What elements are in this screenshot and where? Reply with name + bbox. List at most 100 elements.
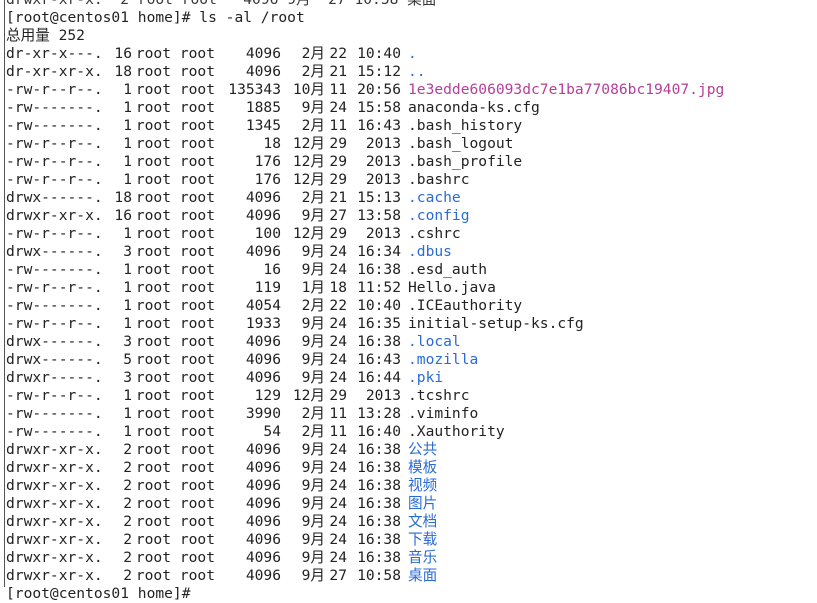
- row-time: 16:38: [357, 441, 401, 458]
- file-name: initial-setup-ks.cfg: [408, 315, 584, 332]
- row-month: 9月: [301, 495, 325, 512]
- row-perm: -rw-------.: [6, 405, 103, 422]
- row-group: root: [179, 99, 215, 116]
- row-day: 18: [329, 279, 347, 296]
- row-day: 29: [329, 225, 347, 242]
- row-owner: root: [135, 405, 171, 422]
- row-time: 13:58: [357, 207, 401, 224]
- row-perm: -rw-------.: [6, 423, 103, 440]
- row-day: 24: [329, 243, 347, 260]
- row-day: 24: [329, 99, 347, 116]
- row-size: 4096: [245, 495, 281, 512]
- row-group: root: [179, 567, 215, 584]
- row-links: 1: [123, 279, 132, 296]
- row-month: 12月: [292, 171, 325, 188]
- row-group: root: [179, 135, 215, 152]
- row-owner: root: [135, 297, 171, 314]
- row-day: 22: [329, 45, 347, 62]
- row-perm: drwxr-xr-x.: [6, 477, 103, 494]
- row-owner: root: [135, 153, 171, 170]
- row-day: 24: [329, 513, 347, 530]
- row-day: 11: [329, 423, 347, 440]
- row-owner: root: [135, 189, 171, 206]
- row-size: 1933: [245, 315, 281, 332]
- row-month: 9月: [301, 207, 325, 224]
- total-line: 总用量 252: [6, 27, 85, 44]
- listing-row: drwxr-xr-x. 16 root root 4096 9月 27 13:58 .confi…: [6, 207, 817, 225]
- row-day: 21: [329, 63, 347, 80]
- row-month: 12月: [292, 153, 325, 170]
- row-perm: drwxr-xr-x.: [6, 207, 103, 224]
- row-perm: -rw-r--r--.: [6, 171, 103, 188]
- row-perm: drwx------.: [6, 243, 103, 260]
- row-links: 2: [123, 477, 132, 494]
- partial-top-line: drwxr-xr-x. 2 root root 4096 9月 27 10:58…: [6, 0, 817, 9]
- row-group: root: [179, 225, 215, 242]
- row-size: 4096: [245, 351, 281, 368]
- file-name: .viminfo: [408, 405, 479, 422]
- row-links: 18: [114, 189, 132, 206]
- row-month: 9月: [301, 549, 325, 566]
- listing-row: -rw-r--r--. 1 root root 1933 9月 24 16:35 initial…: [6, 315, 817, 333]
- row-group: root: [179, 63, 215, 80]
- file-name: .Xauthority: [408, 423, 505, 440]
- row-time: 15:13: [357, 189, 401, 206]
- row-links: 1: [123, 225, 132, 242]
- row-links: 2: [123, 459, 132, 476]
- row-time: 15:12: [357, 63, 401, 80]
- row-time: 16:38: [357, 513, 401, 530]
- row-group: root: [179, 423, 215, 440]
- row-size: 100: [254, 225, 281, 242]
- row-perm: -rw-------.: [6, 99, 103, 116]
- row-group: root: [179, 153, 215, 170]
- row-size: 119: [254, 279, 281, 296]
- row-time: 2013: [365, 171, 401, 188]
- row-owner: root: [135, 513, 171, 530]
- row-size: 3990: [245, 405, 281, 422]
- row-perm: -rw-r--r--.: [6, 153, 103, 170]
- row-day: 24: [329, 351, 347, 368]
- row-time: 16:43: [357, 351, 401, 368]
- row-month: 1月: [301, 279, 325, 296]
- row-group: root: [179, 441, 215, 458]
- image-file-name: 1e3edde606093dc7e1ba77086bc19407.jpg: [408, 81, 725, 98]
- listing-row: drwxr-xr-x. 2 root root 4096 9月 24 16:38 公共: [6, 441, 817, 459]
- listing-row: -rw-------. 1 root root 16 9月 24 16:38 .esd_auth: [6, 261, 817, 279]
- row-owner: root: [135, 441, 171, 458]
- row-month: 12月: [292, 387, 325, 404]
- directory-name: .pki: [408, 369, 444, 386]
- row-group: root: [179, 243, 215, 260]
- row-group: root: [179, 81, 215, 98]
- row-owner: root: [135, 567, 171, 584]
- row-perm: drwxr-xr-x.: [6, 549, 103, 566]
- row-perm: drwx------.: [6, 351, 103, 368]
- row-size: 176: [254, 171, 281, 188]
- row-group: root: [179, 207, 215, 224]
- listing-row: -rw-r--r--. 1 root root 119 1月 18 11:52 Hello.ja…: [6, 279, 817, 297]
- row-perm: drwxr-xr-x.: [6, 513, 103, 530]
- row-group: root: [179, 387, 215, 404]
- row-day: 11: [329, 405, 347, 422]
- listing-row: drwxr-xr-x. 2 root root 4096 9月 24 16:38 模板: [6, 459, 817, 477]
- row-perm: -rw-r--r--.: [6, 135, 103, 152]
- row-day: 24: [329, 333, 347, 350]
- terminal-output[interactable]: drwxr-xr-x. 2 root root 4096 9月 27 10:58…: [6, 0, 817, 603]
- file-name: .bashrc: [408, 171, 470, 188]
- row-size: 4096: [245, 531, 281, 548]
- row-perm: drwxr-xr-x.: [6, 441, 103, 458]
- row-owner: root: [135, 207, 171, 224]
- row-links: 3: [123, 333, 132, 350]
- listing-row: drwxr-xr-x. 2 root root 4096 9月 24 16:38 文档: [6, 513, 817, 531]
- row-day: 21: [329, 189, 347, 206]
- directory-name: 公共: [408, 441, 438, 458]
- row-size: 1345: [245, 117, 281, 134]
- row-group: root: [179, 351, 215, 368]
- row-time: 16:38: [357, 261, 401, 278]
- directory-name: .dbus: [408, 243, 452, 260]
- row-group: root: [179, 549, 215, 566]
- row-owner: root: [135, 171, 171, 188]
- listing-row: drwx------. 3 root root 4096 9月 24 16:34 .dbus: [6, 243, 817, 261]
- row-day: 11: [329, 117, 347, 134]
- listing-row: -rw-r--r--. 1 root root 100 12月 29 2013 .cshrc: [6, 225, 817, 243]
- file-name: .bash_profile: [408, 153, 523, 170]
